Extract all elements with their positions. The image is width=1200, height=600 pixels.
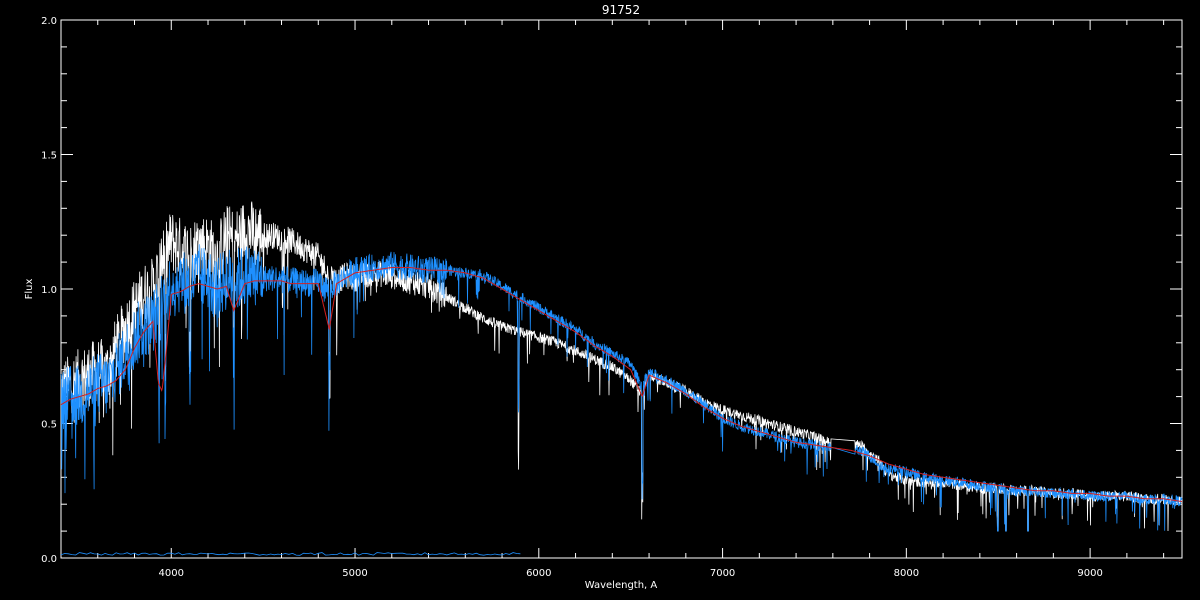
chart-title: 91752 [602,3,640,17]
y-tick-label: 1.5 [41,151,57,162]
error-line [60,552,521,556]
plot-frame [60,19,1183,559]
series-line-2 [60,267,1183,502]
x-tick-label: 8000 [894,568,919,579]
y-axis-label: Flux [24,279,35,300]
y-tick-label: 1.0 [41,285,57,296]
x-axis-label: Wavelength, A [585,580,658,591]
x-tick-label: 5000 [342,568,367,579]
x-tick-label: 9000 [1077,568,1102,579]
y-tick-label: 2.0 [41,16,57,27]
x-tick-label: 4000 [159,568,184,579]
y-tick-label: 0.0 [41,554,57,565]
y-tick-label: 0.5 [41,420,57,431]
x-tick-label: 7000 [710,568,735,579]
series-layer [60,201,1183,556]
x-tick-label: 6000 [526,568,551,579]
spectrum-chart: 91752 Wavelength, A Flux 4000 5000 6000 700… [24,3,1183,591]
